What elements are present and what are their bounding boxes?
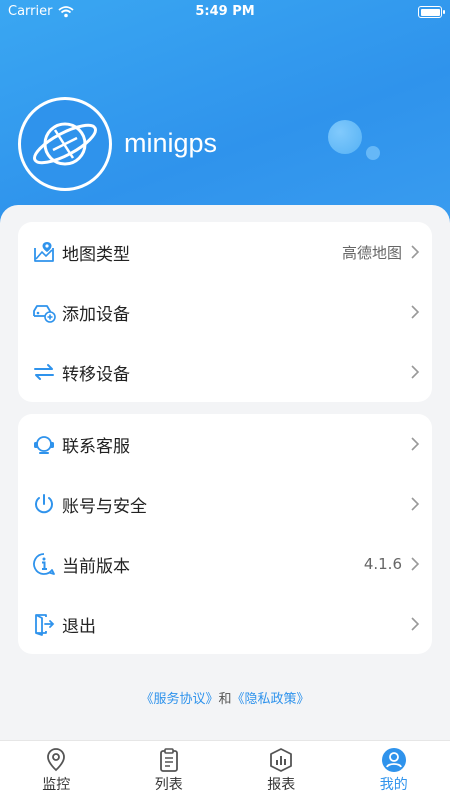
row-map-type[interactable]: 地图类型 高德地图 bbox=[18, 222, 432, 282]
tab-report[interactable]: 报表 bbox=[225, 741, 338, 800]
status-bar: Carrier 5:49 PM bbox=[0, 0, 450, 24]
info-icon bbox=[33, 553, 55, 575]
row-logout[interactable]: 退出 bbox=[18, 594, 432, 654]
row-current-version[interactable]: 当前版本 4.1.6 bbox=[18, 534, 432, 594]
chart-icon bbox=[270, 748, 293, 772]
chevron-right-icon bbox=[411, 617, 420, 631]
decor-bubble bbox=[328, 120, 362, 154]
row-label: 联系客服 bbox=[62, 436, 130, 457]
logout-icon bbox=[35, 614, 55, 636]
profile-name: minigps bbox=[124, 128, 218, 158]
user-icon bbox=[381, 748, 406, 772]
transfer-arrows-icon bbox=[34, 364, 54, 380]
headset-icon bbox=[34, 436, 54, 454]
row-label: 退出 bbox=[62, 616, 96, 637]
row-label: 当前版本 bbox=[62, 556, 130, 577]
row-value: 4.1.6 bbox=[363, 555, 402, 573]
privacy-policy-link[interactable]: 《隐私政策》 bbox=[232, 692, 310, 707]
map-pin-icon bbox=[34, 242, 54, 262]
row-transfer-device[interactable]: 转移设备 bbox=[18, 342, 432, 402]
decor-bubble-small bbox=[366, 146, 380, 160]
row-label: 添加设备 bbox=[62, 304, 130, 325]
tab-list[interactable]: 列表 bbox=[113, 741, 226, 800]
row-add-device[interactable]: 添加设备 bbox=[18, 282, 432, 342]
tab-label: 列表 bbox=[154, 777, 183, 793]
row-label: 转移设备 bbox=[62, 364, 130, 385]
row-contact-support[interactable]: 联系客服 bbox=[18, 414, 432, 474]
chevron-right-icon bbox=[411, 497, 420, 511]
location-icon bbox=[47, 748, 66, 772]
battery-icon bbox=[418, 6, 445, 18]
tab-mine[interactable]: 我的 bbox=[338, 741, 450, 800]
legal-links: 《服务协议》和《隐私政策》 bbox=[0, 688, 450, 707]
tab-label: 报表 bbox=[267, 777, 296, 793]
settings-card-1: 地图类型 高德地图 添加设备 转移设备 bbox=[18, 222, 432, 402]
car-add-icon bbox=[33, 305, 56, 323]
links-conjunction: 和 bbox=[218, 692, 232, 707]
chevron-right-icon bbox=[411, 365, 420, 379]
chevron-right-icon bbox=[411, 557, 420, 571]
avatar[interactable] bbox=[18, 97, 112, 191]
tab-label: 我的 bbox=[379, 777, 408, 793]
chevron-right-icon bbox=[411, 245, 420, 259]
chevron-right-icon bbox=[411, 437, 420, 451]
planet-logo-icon bbox=[33, 122, 97, 166]
settings-card-2: 联系客服 账号与安全 当前版本 4.1.6 退出 bbox=[18, 414, 432, 654]
status-time: 5:49 PM bbox=[195, 4, 255, 19]
row-account-security[interactable]: 账号与安全 bbox=[18, 474, 432, 534]
service-agreement-link[interactable]: 《服务协议》 bbox=[140, 692, 218, 707]
row-value: 高德地图 bbox=[341, 243, 402, 262]
clipboard-list-icon bbox=[159, 748, 178, 772]
tab-monitor[interactable]: 监控 bbox=[0, 741, 113, 800]
chevron-right-icon bbox=[411, 305, 420, 319]
tab-bar: 监控 列表 报表 我的 bbox=[0, 740, 450, 800]
power-icon bbox=[35, 494, 53, 514]
tab-label: 监控 bbox=[42, 777, 71, 793]
row-label: 地图类型 bbox=[62, 244, 130, 265]
row-label: 账号与安全 bbox=[62, 496, 147, 517]
